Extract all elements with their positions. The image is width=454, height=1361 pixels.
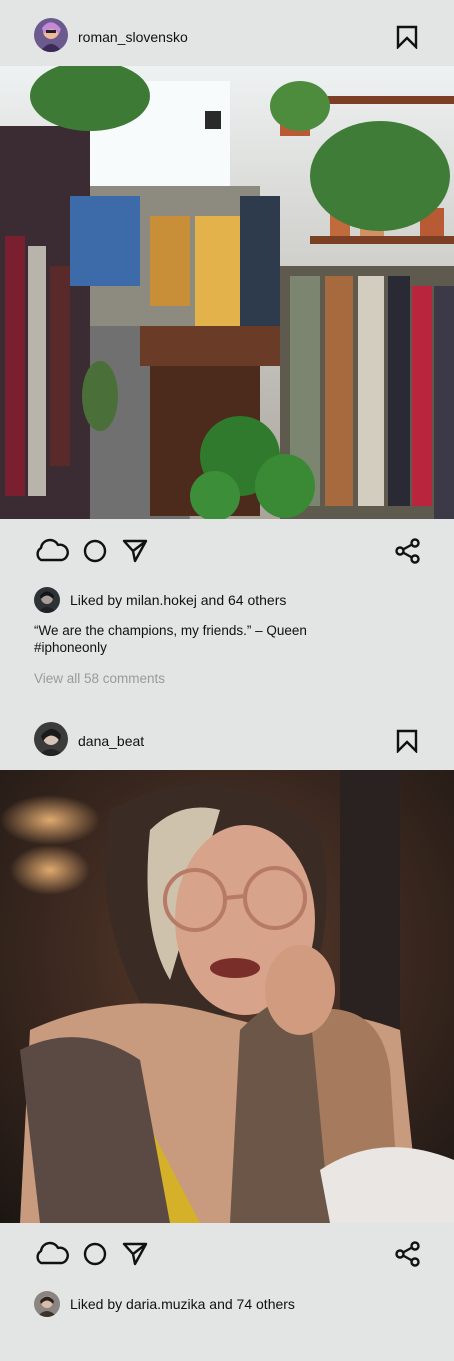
paper-plane-icon[interactable]: [122, 539, 148, 568]
username[interactable]: dana_beat: [78, 733, 144, 749]
post-actions: [0, 1235, 454, 1275]
post-1: roman_slovensko Liked by milan.hokej and…: [0, 0, 454, 710]
paper-plane-icon[interactable]: [122, 1242, 148, 1271]
circle-icon[interactable]: [83, 539, 107, 568]
avatar[interactable]: [34, 18, 68, 52]
circle-icon[interactable]: [83, 1242, 107, 1271]
username[interactable]: roman_slovensko: [78, 29, 188, 45]
likes-count[interactable]: and 64 others: [197, 592, 287, 608]
post-header: dana_beat: [0, 710, 454, 776]
post-photo[interactable]: [0, 66, 454, 519]
cloud-icon[interactable]: [33, 1240, 69, 1271]
bookmark-icon[interactable]: [396, 25, 418, 50]
view-comments-link[interactable]: View all 58 comments: [34, 671, 165, 686]
avatar[interactable]: [34, 587, 60, 613]
likes-summary: Liked by milan.hokej and 64 others: [34, 587, 424, 613]
caption-text: “We are the champions, my friends.” – Qu…: [34, 623, 307, 638]
likes-summary: Liked by daria.muzika and 74 others: [34, 1291, 424, 1317]
likes-text: Liked by daria.muzika and 74 others: [70, 1296, 295, 1312]
share-icon[interactable]: [395, 1241, 421, 1272]
post-actions: [0, 532, 454, 572]
liked-by-user[interactable]: daria.muzika: [126, 1296, 205, 1312]
share-icon[interactable]: [395, 538, 421, 569]
likes-prefix: Liked by: [70, 592, 127, 608]
post-caption: “We are the champions, my friends.” – Qu…: [34, 622, 424, 656]
bookmark-icon[interactable]: [396, 729, 418, 754]
avatar[interactable]: [34, 1291, 60, 1317]
likes-text: Liked by milan.hokej and 64 others: [70, 592, 286, 608]
post-header: roman_slovensko: [0, 0, 454, 66]
cloud-icon[interactable]: [33, 537, 69, 568]
hashtag[interactable]: #iphoneonly: [34, 639, 424, 656]
likes-prefix: Liked by: [70, 1296, 127, 1312]
liked-by-user[interactable]: milan.hokej: [126, 592, 197, 608]
avatar[interactable]: [34, 722, 68, 756]
likes-count[interactable]: and 74 others: [205, 1296, 295, 1312]
post-photo[interactable]: [0, 770, 454, 1223]
post-2: dana_beat Liked by daria.muzika and 74 o…: [0, 710, 454, 1361]
